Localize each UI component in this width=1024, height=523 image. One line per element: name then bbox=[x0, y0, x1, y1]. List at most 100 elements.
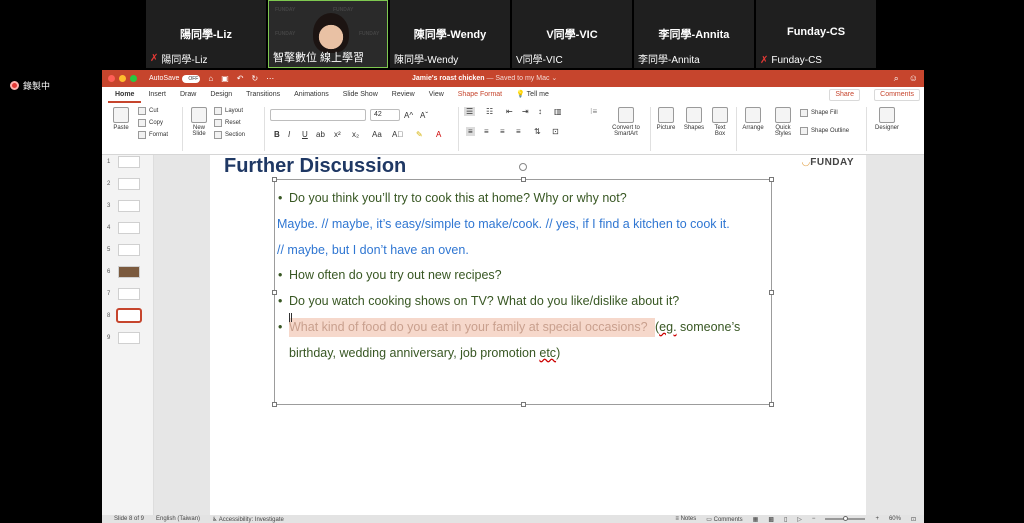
participant-tile[interactable]: Funday-CS ✗ Funday-CS bbox=[756, 0, 876, 68]
slide-thumbnail[interactable]: 7 bbox=[107, 288, 140, 300]
redo-icon[interactable]: ↻ bbox=[251, 74, 258, 83]
language-indicator[interactable]: English (Taiwan) bbox=[156, 516, 200, 522]
participant-tile-active-speaker[interactable]: FUNDAY FUNDAY FUNDAY FUNDAY 智擎數位 線上學習 bbox=[268, 0, 388, 68]
strikethrough-icon[interactable]: ab bbox=[316, 130, 325, 139]
decrease-indent-icon[interactable]: ⇤ bbox=[506, 107, 513, 116]
text-box-button[interactable]: Text Box bbox=[710, 107, 730, 137]
font-color-icon[interactable]: A bbox=[436, 130, 441, 139]
slideshow-icon[interactable]: ▷ bbox=[797, 516, 802, 523]
slide-thumbnail[interactable]: 9 bbox=[107, 332, 140, 344]
participant-tile[interactable]: 李同學-Annita 李同學-Annita bbox=[634, 0, 754, 68]
tab-draw[interactable]: Draw bbox=[173, 87, 203, 103]
slide-thumbnail[interactable]: 3 bbox=[107, 200, 140, 212]
slide-thumbnail[interactable]: 4 bbox=[107, 222, 140, 234]
slide-thumbnail[interactable]: 2 bbox=[107, 178, 140, 190]
cut-button[interactable]: Cut bbox=[138, 107, 158, 115]
copy-button[interactable]: Copy bbox=[138, 119, 163, 127]
tab-view[interactable]: View bbox=[422, 87, 451, 103]
resize-handle[interactable] bbox=[769, 177, 774, 182]
line-spacing-icon[interactable]: ↕ bbox=[538, 107, 542, 116]
reading-view-icon[interactable]: ▯ bbox=[784, 516, 787, 523]
increase-font-icon[interactable]: A^ bbox=[404, 111, 413, 120]
bullet-style-icon[interactable]: ⁝≡ bbox=[590, 107, 597, 116]
normal-view-icon[interactable]: ▦ bbox=[753, 516, 759, 523]
tell-me-search[interactable]: 💡 Tell me bbox=[509, 87, 556, 103]
zoom-out-icon[interactable]: − bbox=[812, 516, 816, 522]
tab-slide-show[interactable]: Slide Show bbox=[336, 87, 385, 103]
zoom-in-icon[interactable]: + bbox=[875, 516, 879, 522]
align-left-icon[interactable]: ≡ bbox=[466, 127, 475, 136]
slide-title[interactable]: Further Discussion bbox=[224, 155, 406, 178]
change-case-icon[interactable]: Aa bbox=[372, 130, 382, 139]
close-window-button[interactable] bbox=[108, 75, 115, 82]
more-icon[interactable]: ⋯ bbox=[266, 74, 274, 83]
bold-icon[interactable]: B bbox=[274, 130, 280, 139]
resize-handle[interactable] bbox=[272, 402, 277, 407]
tab-shape-format[interactable]: Shape Format bbox=[451, 87, 509, 103]
zoom-level[interactable]: 60% bbox=[889, 516, 901, 522]
participant-tile[interactable]: 陳同學-Wendy 陳同學-Wendy bbox=[390, 0, 510, 68]
paste-button[interactable]: Paste bbox=[110, 107, 132, 131]
underline-icon[interactable]: U bbox=[302, 130, 308, 139]
zoom-slider-knob[interactable] bbox=[843, 516, 849, 521]
search-icon[interactable]: ⌕ bbox=[894, 73, 899, 84]
tab-animations[interactable]: Animations bbox=[287, 87, 336, 103]
comments-button[interactable]: Comments bbox=[874, 89, 920, 101]
numbering-icon[interactable]: ☷ bbox=[486, 107, 493, 116]
justify-icon[interactable]: ≡ bbox=[516, 127, 521, 136]
undo-icon[interactable]: ↶ bbox=[237, 74, 244, 83]
align-center-icon[interactable]: ≡ bbox=[484, 127, 489, 136]
participant-tile[interactable]: V同學-VIC V同學-VIC bbox=[512, 0, 632, 68]
share-button[interactable]: Share bbox=[829, 89, 860, 101]
tab-review[interactable]: Review bbox=[385, 87, 422, 103]
tab-home[interactable]: Home bbox=[108, 87, 142, 103]
highlight-icon[interactable]: ✎ bbox=[416, 130, 423, 139]
picture-button[interactable]: Picture bbox=[654, 107, 678, 131]
decrease-font-icon[interactable]: Aˇ bbox=[420, 111, 428, 120]
resize-handle[interactable] bbox=[521, 177, 526, 182]
subscript-icon[interactable]: x₂ bbox=[352, 130, 359, 139]
shape-fill-button[interactable]: Shape Fill bbox=[800, 109, 838, 117]
slide-thumbnail[interactable]: 5 bbox=[107, 244, 140, 256]
selected-text-box[interactable]: • Do you think you’ll try to cook this at… bbox=[272, 163, 774, 407]
arrange-button[interactable]: Arrange bbox=[740, 107, 766, 131]
convert-to-smartart-button[interactable]: Convert to SmartArt bbox=[606, 107, 646, 137]
designer-button[interactable]: Designer bbox=[872, 107, 902, 131]
slide-thumbnail-selected[interactable]: 8 bbox=[107, 308, 142, 323]
slide-canvas[interactable]: Further Discussion ◡FUNDAY • Do you think… bbox=[210, 155, 866, 515]
tab-design[interactable]: Design bbox=[203, 87, 239, 103]
minimize-window-button[interactable] bbox=[119, 75, 126, 82]
zoom-slider[interactable] bbox=[825, 516, 866, 521]
resize-handle[interactable] bbox=[769, 402, 774, 407]
superscript-icon[interactable]: x² bbox=[334, 130, 341, 139]
resize-handle[interactable] bbox=[769, 290, 774, 295]
increase-indent-icon[interactable]: ⇥ bbox=[522, 107, 529, 116]
fit-slide-icon[interactable]: ⊡ bbox=[911, 516, 916, 523]
home-icon[interactable]: ⌂ bbox=[208, 74, 213, 83]
user-icon[interactable]: ☺ bbox=[909, 73, 918, 84]
section-button[interactable]: Section bbox=[214, 131, 245, 139]
rotate-handle[interactable] bbox=[519, 163, 527, 171]
shapes-button[interactable]: Shapes bbox=[682, 107, 706, 131]
text-direction-icon[interactable]: ⇅ bbox=[534, 127, 541, 136]
bullets-icon[interactable]: ☰ bbox=[464, 107, 476, 116]
autosave-control[interactable]: AutoSave OFF bbox=[149, 74, 201, 83]
comments-status-button[interactable]: ▭ Comments bbox=[706, 516, 742, 523]
align-right-icon[interactable]: ≡ bbox=[500, 127, 505, 136]
save-icon[interactable]: ▣ bbox=[221, 74, 229, 83]
slide-sorter-icon[interactable]: ▩ bbox=[768, 516, 774, 523]
autosave-toggle[interactable]: OFF bbox=[182, 74, 201, 83]
columns-icon[interactable]: ▥ bbox=[554, 107, 562, 116]
format-painter-button[interactable]: Format bbox=[138, 131, 168, 139]
tab-insert[interactable]: Insert bbox=[141, 87, 173, 103]
resize-handle[interactable] bbox=[272, 177, 277, 182]
resize-handle[interactable] bbox=[521, 402, 526, 407]
slide-thumbnail[interactable]: 6 bbox=[107, 266, 140, 278]
align-text-icon[interactable]: ⊡ bbox=[552, 127, 559, 136]
participant-tile[interactable]: 陽同學-Liz ✗ 陽同學-Liz bbox=[146, 0, 266, 68]
text-content[interactable]: • Do you think you’ll try to cook this at… bbox=[277, 186, 767, 367]
italic-icon[interactable]: I bbox=[288, 130, 290, 139]
notes-button[interactable]: ≡ Notes bbox=[675, 516, 696, 522]
new-slide-button[interactable]: New Slide bbox=[188, 107, 210, 137]
shape-outline-button[interactable]: Shape Outline bbox=[800, 127, 849, 135]
